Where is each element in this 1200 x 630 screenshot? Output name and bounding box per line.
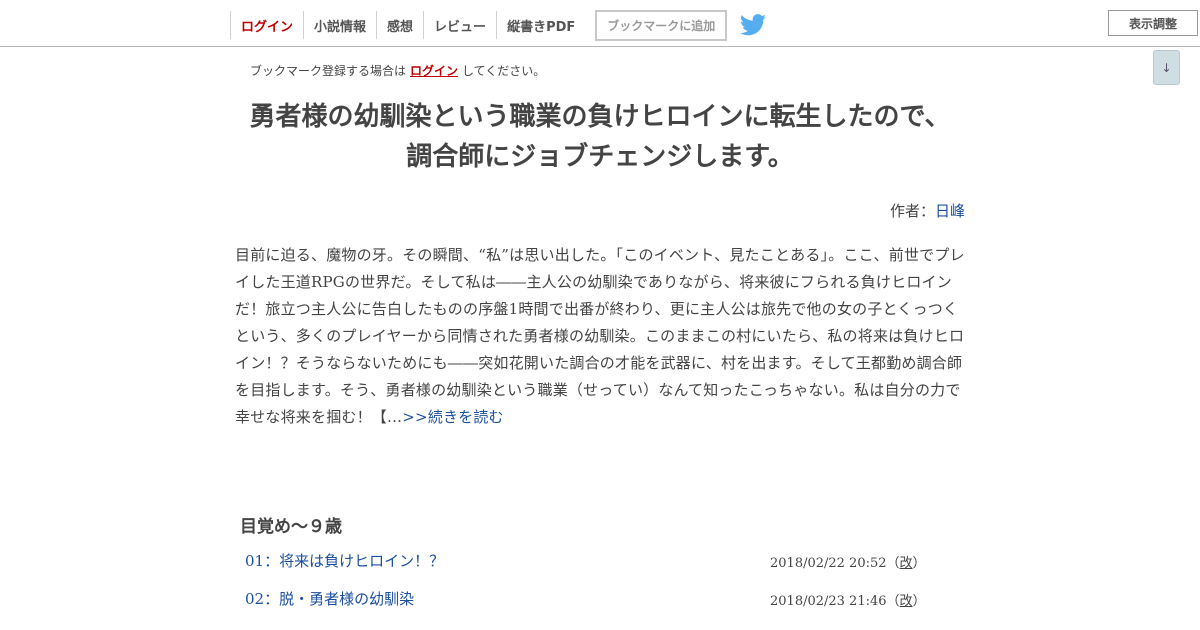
episode-row: 02：脱・勇者様の幼馴染 2018/02/23 21:46（改） bbox=[245, 588, 926, 612]
nav-impressions[interactable]: 感想 bbox=[376, 11, 423, 39]
novel-summary: 目前に迫る、魔物の牙。その瞬間、“私”は思い出した。「このイベント、見たことある… bbox=[235, 242, 970, 431]
author-link[interactable]: 日峰 bbox=[935, 202, 965, 220]
novel-title: 勇者様の幼馴染という職業の負けヒロインに転生したので、調合師にジョブチェンジしま… bbox=[249, 102, 951, 172]
author-label: 作者： bbox=[889, 202, 935, 220]
notice-text-before: ブックマーク登録する場合は bbox=[250, 64, 407, 78]
nav-novel-info[interactable]: 小説情報 bbox=[303, 11, 376, 39]
scroll-down-button[interactable]: ↓ bbox=[1153, 50, 1180, 85]
bookmark-notice: ブックマーク登録する場合は ログイン してください。 bbox=[250, 62, 545, 79]
revision-link[interactable]: 改 bbox=[900, 556, 913, 571]
nav-vertical-pdf[interactable]: 縦書きPDF bbox=[496, 11, 585, 39]
notice-text-after: してください。 bbox=[462, 64, 546, 78]
display-settings-button[interactable]: 表示調整 bbox=[1108, 10, 1198, 36]
top-nav: ログイン 小説情報 感想 レビュー 縦書きPDF ブックマークに追加 bbox=[230, 10, 728, 41]
chapter-title: 目覚め〜９歳 bbox=[240, 517, 342, 537]
notice-login-link[interactable]: ログイン bbox=[410, 64, 458, 78]
episode-date: 2018/02/23 21:46（改） bbox=[770, 594, 926, 609]
nav-login[interactable]: ログイン bbox=[230, 11, 303, 39]
episode-link[interactable]: 01：将来は負けヒロイン！？ bbox=[245, 550, 444, 571]
summary-text: 目前に迫る、魔物の牙。その瞬間、“私”は思い出した。「このイベント、見たことある… bbox=[235, 246, 965, 426]
episode-date-text: 2018/02/23 21:46 bbox=[770, 594, 887, 609]
twitter-icon[interactable] bbox=[740, 13, 766, 37]
author-line: 作者：日峰 bbox=[600, 200, 965, 221]
episode-date-text: 2018/02/22 20:52 bbox=[770, 556, 887, 571]
revision-link[interactable]: 改 bbox=[900, 594, 913, 609]
header-bar: ログイン 小説情報 感想 レビュー 縦書きPDF ブックマークに追加 表示調整 bbox=[0, 0, 1200, 47]
nav-review[interactable]: レビュー bbox=[423, 11, 496, 39]
episode-link[interactable]: 02：脱・勇者様の幼馴染 bbox=[245, 588, 414, 609]
episode-row: 01：将来は負けヒロイン！？ 2018/02/22 20:52（改） bbox=[245, 550, 926, 574]
read-more-link[interactable]: >>続きを読む bbox=[402, 408, 504, 426]
add-bookmark-button[interactable]: ブックマークに追加 bbox=[595, 10, 728, 41]
episode-date: 2018/02/22 20:52（改） bbox=[770, 556, 926, 571]
